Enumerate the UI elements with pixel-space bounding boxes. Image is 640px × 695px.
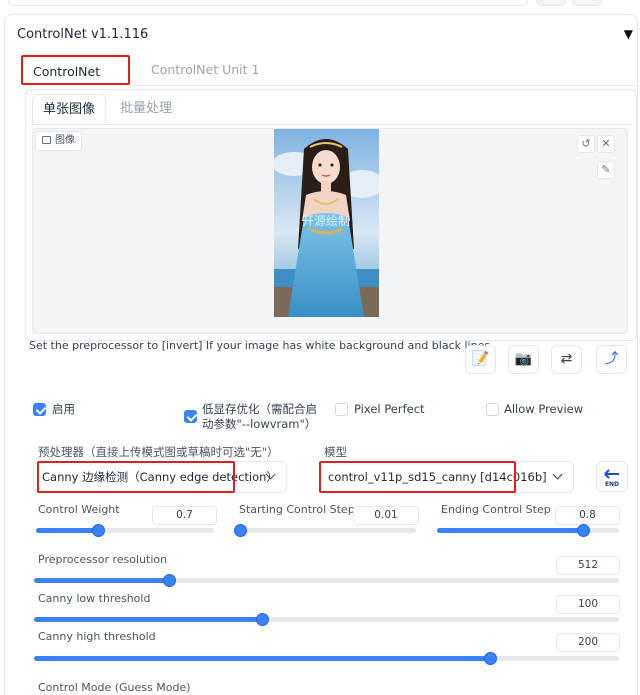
model-highlight [319, 461, 516, 493]
enable-checkbox[interactable] [33, 403, 46, 416]
enable-label: 启用 [52, 402, 75, 416]
tab-batch[interactable]: 批量处理 [110, 94, 182, 124]
slider-fill [34, 617, 263, 622]
image-input-panel: 单张图像 批量处理 图像 开源绘制 ↺ ✕ ✎ [25, 89, 637, 341]
tab-controlnet-unit-0[interactable]: ControlNet Unit 0 [21, 55, 130, 109]
send-icon: ⤴ [604, 351, 619, 367]
preprocessor-highlight [37, 461, 235, 493]
swap-icon: ⇄ [560, 351, 573, 367]
starting-step-input[interactable]: 0.01 [353, 506, 419, 525]
preprocessor-label: 预处理器（直接上传模式图或草稿时可选"无"） [38, 445, 279, 459]
collapse-toggle-icon[interactable]: ▼ [624, 27, 633, 41]
image-label: 图像 [35, 131, 82, 151]
canny-low-label: Canny low threshold [38, 592, 151, 605]
slider-thumb[interactable] [233, 524, 247, 537]
canny-high-label: Canny high threshold [38, 630, 156, 643]
image-icon [42, 136, 51, 144]
tab-controlnet-unit-1[interactable]: ControlNet Unit 1 [141, 55, 269, 85]
preprocessor-resolution-slider[interactable] [34, 574, 619, 587]
reset-image-icon[interactable]: ↺ [577, 135, 595, 153]
slider-fill [34, 578, 169, 583]
camera-button[interactable]: 📷 [508, 345, 539, 374]
preprocessor-resolution-input[interactable]: 512 [556, 556, 620, 575]
end-button[interactable]: END [596, 461, 628, 492]
pixel-perfect-label: Pixel Perfect [354, 402, 425, 416]
starting-step-label: Starting Control Step [239, 503, 355, 516]
chevron-down-icon [552, 469, 563, 480]
image-label-text: 图像 [55, 135, 75, 146]
canny-high-input[interactable]: 200 [556, 633, 620, 652]
edit-icon: 📝 [471, 351, 490, 367]
ending-step-label: Ending Control Step [441, 503, 551, 516]
tab-single-image[interactable]: 单张图像 [32, 94, 107, 124]
top-button-2[interactable] [572, 0, 602, 6]
pixel-perfect-checkbox[interactable] [335, 403, 348, 416]
preprocessor-resolution-label: Preprocessor resolution [38, 553, 168, 566]
control-weight-slider[interactable] [36, 524, 214, 537]
allow-preview-label: Allow Preview [504, 402, 584, 416]
slider-thumb[interactable] [576, 524, 590, 537]
control-weight-input[interactable]: 0.7 [152, 506, 217, 525]
slider-fill [437, 528, 583, 533]
end-icon: END [604, 469, 619, 488]
top-toolbar-remnant [0, 0, 640, 8]
image-canvas[interactable]: 图像 开源绘制 ↺ ✕ ✎ [32, 128, 628, 334]
slider-fill [34, 656, 491, 661]
ending-step-slider[interactable] [437, 524, 619, 537]
prompt-field-edge[interactable] [8, 0, 528, 6]
panel-title: ControlNet v1.1.116 [17, 27, 149, 42]
control-mode-label: Control Mode (Guess Mode) [38, 681, 191, 694]
lowvram-label: 低显存优化（需配合启动参数"--lowvram"） [202, 402, 317, 431]
tab-divider [130, 85, 637, 86]
inner-tab-divider [30, 124, 632, 125]
top-button-1[interactable] [536, 0, 566, 6]
ending-step-input[interactable]: 0.8 [555, 506, 620, 525]
uploaded-image: 开源绘制 [274, 129, 379, 317]
send-dimensions-button[interactable]: ⤴ [596, 345, 627, 374]
allow-preview-checkbox[interactable] [486, 403, 499, 416]
canny-low-input[interactable]: 100 [556, 595, 620, 614]
swap-dimensions-button[interactable]: ⇄ [551, 345, 582, 374]
slider-thumb[interactable] [162, 574, 176, 587]
canny-low-slider[interactable] [34, 613, 619, 626]
control-weight-label: Control Weight [38, 503, 120, 516]
slider-fill [36, 528, 99, 533]
starting-step-slider[interactable] [233, 524, 416, 537]
brush-icon[interactable]: ✎ [597, 161, 615, 179]
invert-hint: Set the preprocessor to [invert] If your… [29, 339, 494, 352]
image-watermark: 开源绘制 [302, 213, 350, 228]
clear-image-icon[interactable]: ✕ [597, 135, 615, 153]
edit-button[interactable]: 📝 [465, 345, 496, 374]
model-label: 模型 [324, 445, 347, 459]
canny-high-slider[interactable] [34, 652, 619, 665]
end-text: END [605, 481, 619, 488]
camera-icon: 📷 [514, 351, 533, 367]
lowvram-checkbox[interactable] [184, 410, 197, 423]
